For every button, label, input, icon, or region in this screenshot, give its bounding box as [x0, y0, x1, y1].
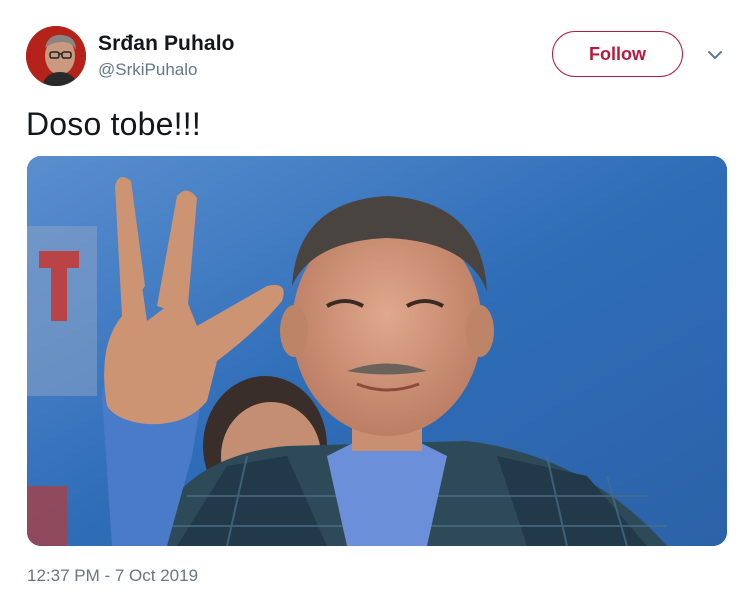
author-avatar[interactable]: [26, 26, 86, 86]
tweet-text: Doso tobe!!!: [26, 106, 201, 142]
tweet-card: Srđan Puhalo @SrkiPuhalo Follow Doso tob…: [0, 0, 747, 598]
author-name[interactable]: Srđan Puhalo: [98, 32, 235, 56]
tweet-photo[interactable]: [27, 156, 727, 546]
tweet-timestamp[interactable]: 12:37 PM - 7 Oct 2019: [27, 566, 198, 586]
follow-button[interactable]: Follow: [552, 31, 683, 77]
author-handle[interactable]: @SrkiPuhalo: [98, 60, 197, 80]
chevron-down-icon[interactable]: [706, 48, 724, 60]
